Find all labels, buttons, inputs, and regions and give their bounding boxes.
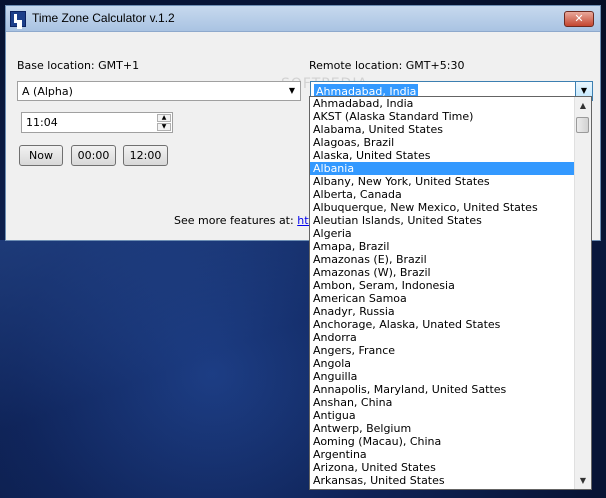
- dropdown-item[interactable]: Alberta, Canada: [310, 188, 574, 201]
- scroll-up-icon[interactable]: ▲: [575, 97, 591, 114]
- dropdown-item[interactable]: Antigua: [310, 409, 574, 422]
- window-title: Time Zone Calculator v.1.2: [32, 11, 175, 25]
- scroll-thumb[interactable]: [576, 117, 589, 133]
- dropdown-item[interactable]: Aleutian Islands, United States: [310, 214, 574, 227]
- now-button[interactable]: Now: [19, 145, 63, 166]
- dropdown-item[interactable]: Anadyr, Russia: [310, 305, 574, 318]
- dropdown-item[interactable]: Alagoas, Brazil: [310, 136, 574, 149]
- close-button[interactable]: ✕: [564, 11, 594, 27]
- base-time-value: 11:04: [26, 116, 58, 129]
- base-location-label: Base location: GMT+1: [17, 59, 140, 72]
- app-icon: [10, 11, 26, 27]
- dropdown-item[interactable]: Angola: [310, 357, 574, 370]
- dropdown-item[interactable]: Anguilla: [310, 370, 574, 383]
- dropdown-item[interactable]: Amazonas (W), Brazil: [310, 266, 574, 279]
- dropdown-item[interactable]: Albania: [310, 162, 574, 175]
- dropdown-item[interactable]: Amapa, Brazil: [310, 240, 574, 253]
- spin-up-icon[interactable]: ▲: [157, 114, 171, 122]
- features-line: See more features at: http:: [174, 214, 324, 227]
- dropdown-item[interactable]: Alaska, United States: [310, 149, 574, 162]
- dropdown-item[interactable]: Ambon, Seram, Indonesia: [310, 279, 574, 292]
- dropdown-item[interactable]: Amazonas (E), Brazil: [310, 253, 574, 266]
- dropdown-item[interactable]: Arkansas, United States: [310, 474, 574, 487]
- dropdown-item[interactable]: Albuquerque, New Mexico, United States: [310, 201, 574, 214]
- midnight-button[interactable]: 00:00: [71, 145, 116, 166]
- remote-location-dropdown[interactable]: Ahmadabad, India AKST (Alaska Standard Ti…: [309, 96, 592, 490]
- dropdown-item[interactable]: Aoming (Macau), China: [310, 435, 574, 448]
- dropdown-item[interactable]: Ahmadabad, India: [310, 97, 574, 110]
- dropdown-item[interactable]: Algeria: [310, 227, 574, 240]
- dropdown-item[interactable]: Albany, New York, United States: [310, 175, 574, 188]
- dropdown-item[interactable]: Annapolis, Maryland, United Sattes: [310, 383, 574, 396]
- base-location-value: A (Alpha): [22, 85, 73, 98]
- base-location-select[interactable]: A (Alpha) ▼: [17, 81, 301, 101]
- dropdown-item[interactable]: Angers, France: [310, 344, 574, 357]
- title-bar[interactable]: Time Zone Calculator v.1.2 ✕: [6, 6, 600, 32]
- chevron-down-icon[interactable]: ▼: [287, 85, 297, 97]
- dropdown-item[interactable]: Andorra: [310, 331, 574, 344]
- spin-down-icon[interactable]: ▼: [157, 123, 171, 131]
- scroll-down-icon[interactable]: ▼: [575, 472, 591, 489]
- dropdown-item[interactable]: American Samoa: [310, 292, 574, 305]
- remote-location-label: Remote location: GMT+5:30: [309, 59, 465, 72]
- dropdown-item[interactable]: Argentina: [310, 448, 574, 461]
- dropdown-item[interactable]: Alabama, United States: [310, 123, 574, 136]
- dropdown-item[interactable]: Anshan, China: [310, 396, 574, 409]
- dropdown-item[interactable]: Anchorage, Alaska, Unated States: [310, 318, 574, 331]
- noon-button[interactable]: 12:00: [123, 145, 168, 166]
- base-time-input[interactable]: 11:04 ▲ ▼: [21, 112, 173, 133]
- dropdown-list: Ahmadabad, India AKST (Alaska Standard Ti…: [310, 97, 574, 487]
- dropdown-item[interactable]: Antwerp, Belgium: [310, 422, 574, 435]
- dropdown-item[interactable]: Arizona, United States: [310, 461, 574, 474]
- dropdown-item[interactable]: AKST (Alaska Standard Time): [310, 110, 574, 123]
- features-text: See more features at:: [174, 214, 294, 227]
- dropdown-scrollbar[interactable]: ▲ ▼: [574, 97, 591, 489]
